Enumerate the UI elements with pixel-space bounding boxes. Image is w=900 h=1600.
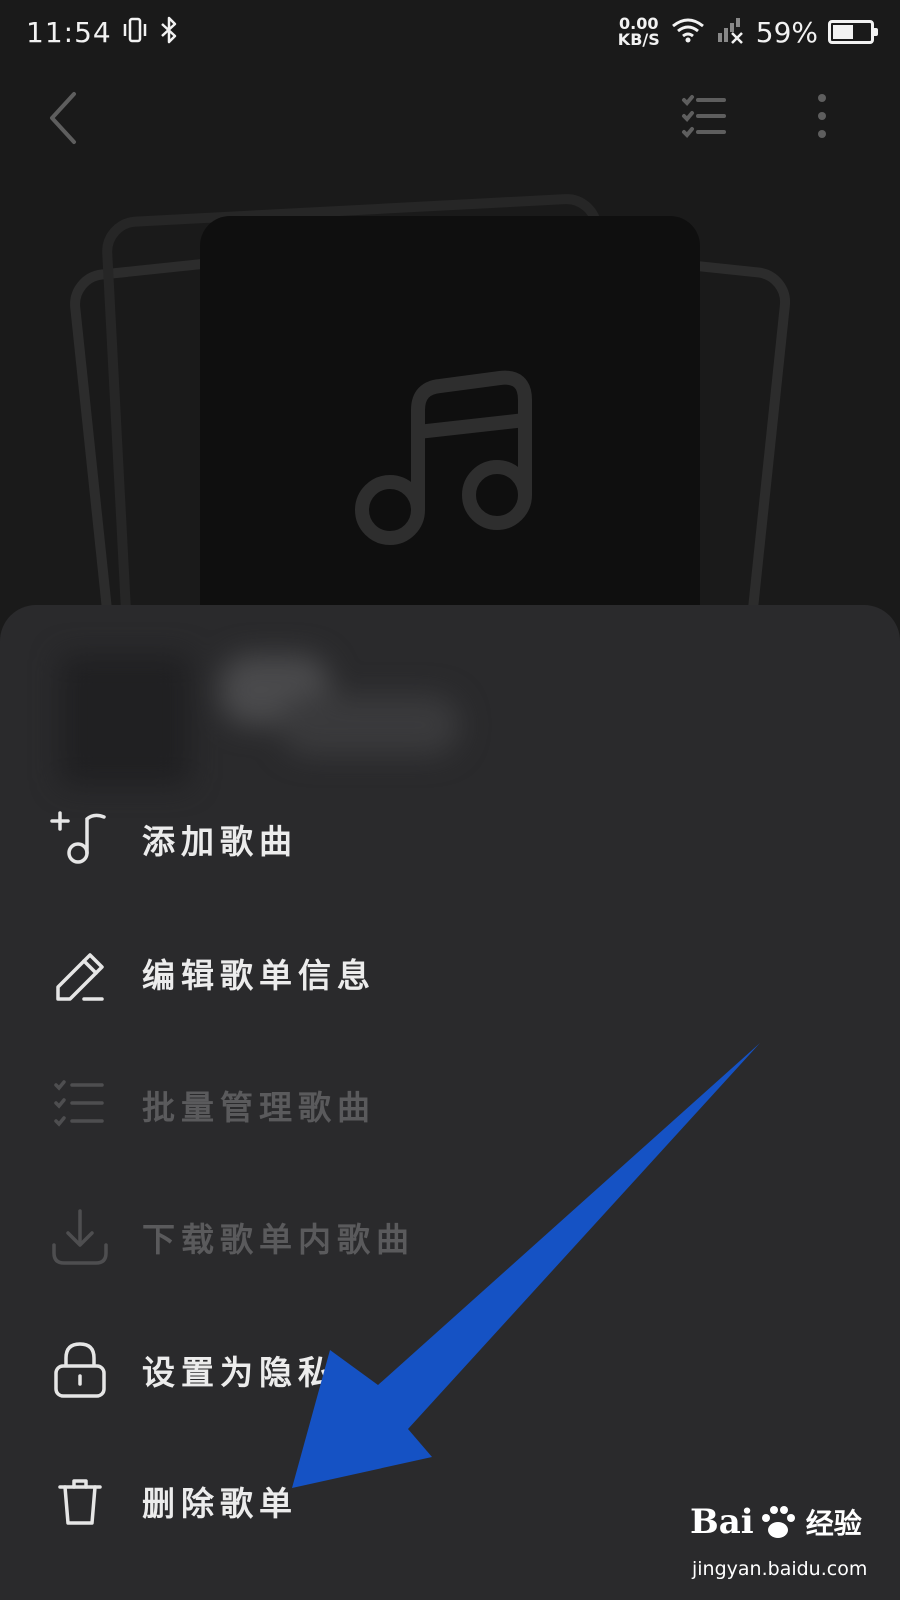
chevron-left-icon	[50, 92, 76, 144]
menu-label: 设置为隐私	[142, 1353, 337, 1392]
battery-percent: 59%	[755, 15, 818, 49]
back-button[interactable]	[40, 88, 90, 152]
status-right: 0.00 KB/S 59%	[618, 15, 878, 49]
playlist-thumbnail	[60, 655, 190, 785]
watermark-brand-right: 经验	[805, 1507, 862, 1540]
menu-label: 批量管理歌曲	[142, 1088, 376, 1127]
checklist-icon	[54, 1080, 104, 1127]
paw-icon	[761, 1506, 795, 1538]
status-time: 11:54	[26, 15, 112, 49]
menu-label: 编辑歌单信息	[142, 956, 376, 995]
top-bar	[0, 70, 900, 166]
battery-icon	[828, 20, 878, 44]
menu-item-add-songs[interactable]: 添加歌曲	[0, 779, 900, 899]
status-bar: 11:54 0.00 KB/S 59%	[0, 0, 900, 64]
menu-item-download[interactable]: 下载歌单内歌曲	[0, 1177, 900, 1297]
watermark-logo: Bai 经验	[690, 1502, 862, 1542]
watermark-brand-left: Bai	[690, 1502, 754, 1542]
add-music-icon	[50, 811, 106, 864]
checklist-icon	[682, 95, 726, 138]
playlist-subtitle-blurred	[280, 695, 460, 755]
baidu-jingyan-watermark: Bai 经验 jingyan.baidu.com	[688, 1502, 888, 1592]
multi-select-button[interactable]	[680, 92, 730, 146]
menu-item-set-private[interactable]: 设置为隐私	[0, 1310, 900, 1430]
playlist-cover	[0, 170, 900, 610]
wifi-icon	[670, 15, 706, 49]
menu-item-batch-manage[interactable]: 批量管理歌曲	[0, 1045, 900, 1165]
network-speed: 0.00 KB/S	[618, 16, 660, 48]
bottom-sheet: 添加歌曲 编辑歌单信息 批量管理歌曲 下载歌单内歌曲 设置为隐私 删除歌单	[0, 605, 900, 1600]
menu-item-edit-info[interactable]: 编辑歌单信息	[0, 913, 900, 1033]
more-options-button[interactable]	[812, 92, 832, 146]
menu-label: 下载歌单内歌曲	[142, 1220, 415, 1259]
trash-icon	[58, 1479, 102, 1525]
playlist-info-blurred	[20, 625, 860, 785]
menu-label: 删除歌单	[142, 1484, 298, 1523]
status-left: 11:54	[26, 15, 180, 49]
battery-fill	[833, 25, 853, 39]
download-icon	[52, 1209, 108, 1265]
signal-no-service-icon	[716, 15, 746, 49]
vibrate-icon	[122, 15, 148, 49]
lock-icon	[54, 1342, 106, 1398]
edit-pencil-icon	[56, 953, 104, 1001]
watermark-url: jingyan.baidu.com	[692, 1558, 868, 1580]
menu-label: 添加歌曲	[142, 822, 298, 861]
net-speed-unit: KB/S	[617, 30, 660, 49]
more-vertical-icon	[818, 94, 826, 138]
bluetooth-icon	[158, 15, 180, 49]
